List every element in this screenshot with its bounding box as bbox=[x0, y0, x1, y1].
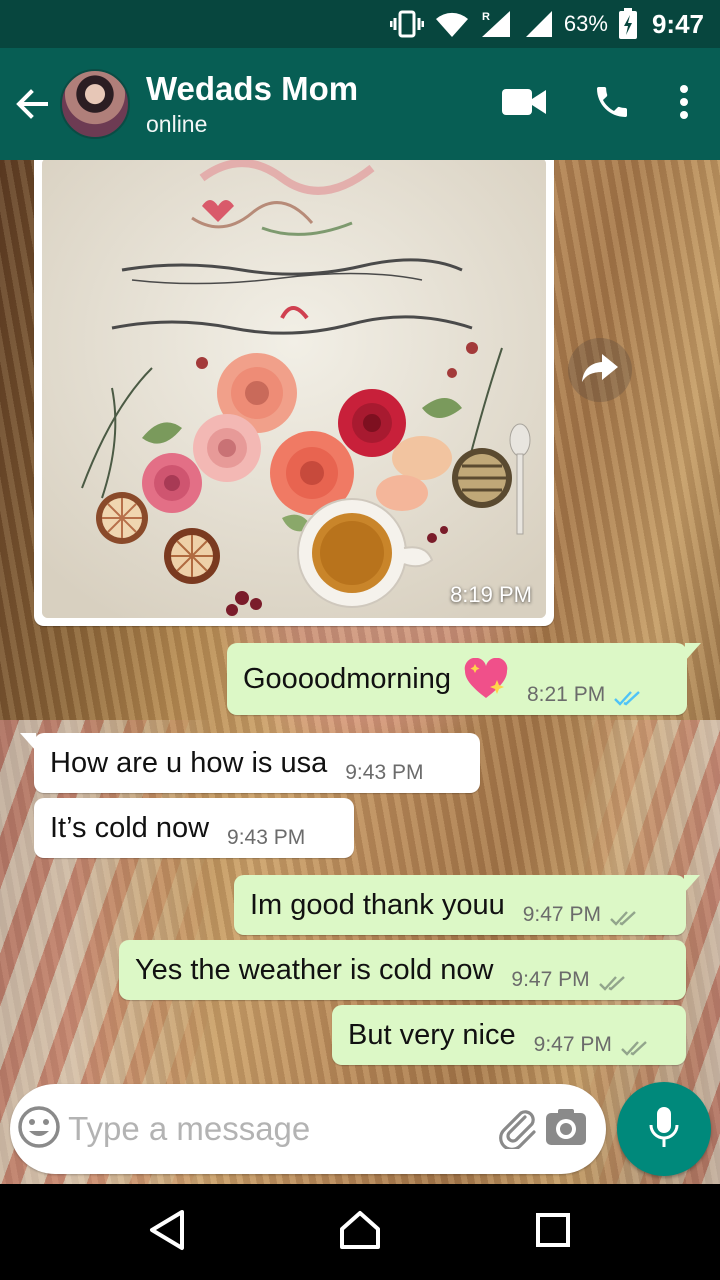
vibrate-icon bbox=[389, 9, 424, 39]
outgoing-message[interactable]: Im good thank youu 9:47 PM bbox=[234, 875, 700, 935]
signal-icon bbox=[524, 9, 554, 39]
message-text: Yes the weather is cold now bbox=[135, 953, 494, 986]
message-text: Goooodmorning bbox=[243, 662, 451, 695]
forward-button[interactable] bbox=[568, 338, 632, 402]
video-call-button[interactable] bbox=[480, 48, 568, 160]
message-time: 9:43 PM bbox=[345, 761, 424, 784]
message-text: How are u how is usa bbox=[50, 746, 328, 779]
message-time: 9:43 PM bbox=[227, 826, 306, 849]
recents-nav-icon bbox=[535, 1212, 571, 1253]
message-meta: 9:47 PM bbox=[534, 1033, 650, 1065]
message-text: It’s cold now bbox=[50, 811, 210, 844]
clock: 9:47 bbox=[651, 8, 704, 39]
battery-percent: 63% bbox=[563, 11, 608, 36]
chat-area[interactable]: 8:19 PM Goooodmorning 8:21 PM How are u … bbox=[0, 160, 720, 1184]
message-time: 9:47 PM bbox=[511, 968, 590, 991]
voice-call-button[interactable] bbox=[568, 48, 656, 160]
outgoing-message[interactable]: But very nice 9:47 PM bbox=[332, 1005, 686, 1065]
image-message[interactable]: 8:19 PM bbox=[34, 160, 554, 626]
emoji-icon bbox=[17, 1105, 61, 1154]
message-meta: 9:47 PM bbox=[523, 903, 639, 935]
wifi-icon bbox=[434, 9, 470, 39]
back-arrow-icon[interactable] bbox=[4, 48, 60, 160]
nav-back-button[interactable] bbox=[119, 1184, 215, 1280]
message-meta: 8:21 PM bbox=[527, 683, 643, 715]
camera-button[interactable] bbox=[542, 1084, 590, 1174]
double-check-icon bbox=[620, 1039, 650, 1057]
outgoing-message[interactable]: Goooodmorning 8:21 PM bbox=[227, 643, 701, 715]
contact-info[interactable]: Wedads Mom online bbox=[146, 69, 480, 139]
image-timestamp: 8:19 PM bbox=[450, 582, 532, 607]
camera-icon bbox=[545, 1108, 587, 1151]
nav-home-button[interactable] bbox=[312, 1184, 408, 1280]
svg-text:R: R bbox=[482, 11, 490, 23]
message-meta: 9:47 PM bbox=[511, 968, 627, 1000]
message-composer bbox=[10, 1084, 606, 1174]
double-check-icon bbox=[613, 689, 643, 707]
incoming-message[interactable]: It’s cold now 9:43 PM bbox=[34, 798, 354, 858]
message-meta: 9:43 PM bbox=[227, 826, 305, 858]
voice-record-button[interactable] bbox=[617, 1082, 711, 1176]
more-vert-icon bbox=[678, 84, 690, 125]
chat-header: Wedads Mom online bbox=[0, 48, 720, 160]
outgoing-message[interactable]: Yes the weather is cold now 9:47 PM bbox=[119, 940, 686, 1000]
message-time: 8:21 PM bbox=[526, 683, 606, 706]
nav-recents-button[interactable] bbox=[505, 1184, 601, 1280]
message-input[interactable] bbox=[68, 1099, 494, 1159]
message-time: 9:47 PM bbox=[533, 1033, 612, 1056]
greeting-card-image[interactable]: 8:19 PM bbox=[42, 160, 546, 618]
mic-icon bbox=[649, 1106, 679, 1153]
avatar[interactable] bbox=[60, 69, 130, 139]
emoji-button[interactable] bbox=[10, 1084, 68, 1174]
more-options-button[interactable] bbox=[656, 48, 712, 160]
message-meta: 9:43 PM bbox=[345, 761, 423, 793]
message-text: But very nice bbox=[348, 1018, 516, 1051]
phone-icon bbox=[592, 82, 632, 127]
message-time: 9:47 PM bbox=[522, 903, 601, 926]
contact-name: Wedads Mom bbox=[146, 70, 359, 107]
forward-icon bbox=[580, 352, 620, 389]
video-call-icon bbox=[502, 87, 546, 122]
attach-button[interactable] bbox=[493, 1084, 541, 1174]
incoming-message[interactable]: How are u how is usa 9:43 PM bbox=[20, 733, 480, 793]
contact-status: online bbox=[146, 111, 208, 137]
double-check-icon bbox=[609, 909, 639, 927]
battery-icon bbox=[618, 8, 638, 40]
sparkling-heart-icon bbox=[463, 658, 509, 700]
status-bar: R 63% 9:47 bbox=[0, 0, 720, 48]
message-text: Im good thank youu bbox=[250, 888, 505, 921]
signal-icon: R bbox=[480, 9, 514, 39]
back-nav-icon bbox=[148, 1209, 186, 1256]
attach-icon bbox=[495, 1105, 539, 1154]
double-check-icon bbox=[598, 974, 628, 992]
home-nav-icon bbox=[338, 1209, 382, 1256]
android-nav-bar bbox=[0, 1184, 720, 1280]
